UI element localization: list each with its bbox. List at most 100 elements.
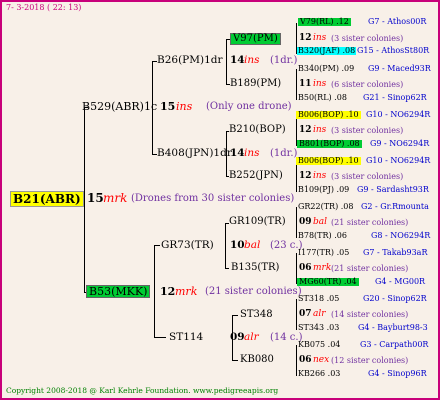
gen4-info: G20 - Sinop62R xyxy=(363,294,427,303)
gen4-info: G15 - AthosSt80R xyxy=(357,46,430,55)
copyright-footer: Copyright 2008-2018 @ Karl Kehrle Founda… xyxy=(6,386,279,395)
gen2-num: 10 xyxy=(230,239,245,251)
connector xyxy=(154,245,160,246)
gen3-breed: nex xyxy=(313,355,330,365)
gen4-info: G10 - NO6294R xyxy=(366,156,431,165)
gen3-desc: (21 sister colonies) xyxy=(331,218,409,227)
gen4-name[interactable]: I177(TR) .05 xyxy=(298,249,349,257)
gen2-name[interactable]: ST114 xyxy=(169,332,203,343)
gen4-name[interactable]: MG60(TR) .04 xyxy=(297,278,359,286)
connector xyxy=(226,39,227,85)
gen4-info: G3 - Carpath00R xyxy=(360,340,429,349)
gen2-breed: bal xyxy=(244,239,261,251)
connector xyxy=(296,299,297,330)
gen4-name[interactable]: B006(BOP) .10 xyxy=(296,111,361,119)
gen3-name[interactable]: B252(JPN) xyxy=(229,171,283,181)
gen2-desc: (1dr.) xyxy=(270,148,298,159)
gen2-breed: ins xyxy=(244,54,260,66)
gen1-bottom-desc: (21 sister colonies) xyxy=(205,286,302,297)
gen3-breed: ins xyxy=(313,125,327,135)
gen2-desc: (1dr.) xyxy=(270,55,298,66)
gen4-name[interactable]: V79(RL) .12 xyxy=(298,18,351,26)
gen4-name[interactable]: KB266 .03 xyxy=(298,370,340,378)
gen3-num: 11 xyxy=(299,79,312,89)
gen3-breed: mrk xyxy=(313,263,332,273)
gen4-info: G9 - NO6294R xyxy=(370,139,430,148)
connector xyxy=(296,345,297,376)
gen3-num: 07 xyxy=(299,309,312,319)
gen2-breed: ins xyxy=(244,147,260,159)
gen4-info: G8 - NO6294R xyxy=(371,231,431,240)
gen1-bottom-breed: mrk xyxy=(175,285,198,298)
gen3-num: 09 xyxy=(299,217,312,227)
gen4-name[interactable]: B320(JAF) .08 xyxy=(297,47,357,55)
gen2-num: 14 xyxy=(230,54,245,66)
gen4-info: G9 - Maced93R xyxy=(368,64,431,73)
gen3-desc: (6 sister colonies) xyxy=(331,80,404,89)
gen3-num: 12 xyxy=(299,171,312,181)
gen3-desc: (3 sister colonies) xyxy=(331,126,404,135)
gen3-desc: (21 sister colonies) xyxy=(331,264,409,273)
connector xyxy=(154,245,155,338)
gen1-top-num: 15 xyxy=(160,100,176,113)
gen3-breed: ins xyxy=(313,33,327,43)
gen3-breed: alr xyxy=(313,309,326,319)
gen1-bottom-name[interactable]: B53(MKK) xyxy=(86,285,151,298)
root-breed: mrk xyxy=(103,191,128,205)
gen4-name[interactable]: B50(RL) .08 xyxy=(298,94,347,102)
gen3-name[interactable]: B210(BOP) xyxy=(229,125,286,135)
gen3-num: 06 xyxy=(299,263,312,273)
gen4-name[interactable]: ST318 .05 xyxy=(298,295,339,303)
gen4-info: G2 - Gr.Rmounta xyxy=(361,202,429,211)
gen4-name[interactable]: B78(TR) .06 xyxy=(298,232,347,240)
gen3-breed: ins xyxy=(313,171,327,181)
date-stamp: 7- 3-2018 ( 22: 13) xyxy=(6,3,82,12)
gen4-name[interactable]: B340(PM) .09 xyxy=(298,65,354,73)
gen4-info: G10 - NO6294R xyxy=(366,110,431,119)
gen4-info: G4 - Sinop96R xyxy=(368,369,427,378)
gen1-top-desc: (Only one drone) xyxy=(206,101,292,112)
gen2-name[interactable]: B408(JPN)1dr xyxy=(157,148,232,159)
gen4-info: G4 - Bayburt98-3 xyxy=(358,323,428,332)
gen4-name[interactable]: B006(BOP) .10 xyxy=(296,157,361,165)
gen3-num: 06 xyxy=(299,355,312,365)
connector xyxy=(84,107,85,293)
gen3-name[interactable]: B135(TR) xyxy=(231,263,279,273)
connector xyxy=(154,337,166,338)
gen4-name[interactable]: B109(PJ) .09 xyxy=(298,186,349,194)
gen2-name[interactable]: GR73(TR) xyxy=(161,240,214,251)
gen3-desc: (14 sister colonies) xyxy=(331,310,409,319)
connector xyxy=(232,315,238,316)
gen4-info: G7 - Takab93aR xyxy=(363,248,428,257)
gen3-name[interactable]: B189(PM) xyxy=(230,79,281,89)
gen3-breed: bal xyxy=(313,217,328,227)
gen3-num: 12 xyxy=(299,33,312,43)
gen4-info: G4 - MG00R xyxy=(375,277,426,286)
gen3-name[interactable]: GR109(TR) xyxy=(229,217,286,227)
connector xyxy=(296,161,297,192)
gen4-info: G7 - Athos00R xyxy=(368,17,427,26)
connector xyxy=(296,69,297,100)
gen4-info: G21 - Sinop62R xyxy=(363,93,427,102)
gen3-name[interactable]: KB080 xyxy=(240,355,274,365)
gen3-num: 12 xyxy=(299,125,312,135)
gen4-name[interactable]: KB075 .04 xyxy=(298,341,340,349)
gen3-name[interactable]: ST348 xyxy=(240,310,273,320)
root-desc: (Drones from 30 sister colonies) xyxy=(131,193,295,204)
gen2-breed: alr xyxy=(244,331,259,343)
connector xyxy=(232,360,238,361)
gen2-num: 09 xyxy=(230,331,245,343)
gen4-info: G9 - Sardasht93R xyxy=(357,185,429,194)
connector xyxy=(225,268,229,269)
gen2-name[interactable]: B26(PM)1dr xyxy=(157,55,223,66)
gen4-name[interactable]: ST343 .03 xyxy=(298,324,339,332)
gen1-top-name[interactable]: B529(ABR)1c xyxy=(82,101,157,112)
gen3-name[interactable]: V97(PM) xyxy=(230,33,281,45)
root-queen[interactable]: B21(ABR) xyxy=(10,191,84,207)
gen2-num: 14 xyxy=(230,147,245,159)
connector xyxy=(225,223,226,269)
gen3-desc: (3 sister colonies) xyxy=(331,34,404,43)
gen4-name[interactable]: B801(BOP) .08 xyxy=(297,140,362,148)
gen3-desc: (3 sister colonies) xyxy=(331,172,404,181)
gen4-name[interactable]: GR22(TR) .08 xyxy=(298,203,353,211)
